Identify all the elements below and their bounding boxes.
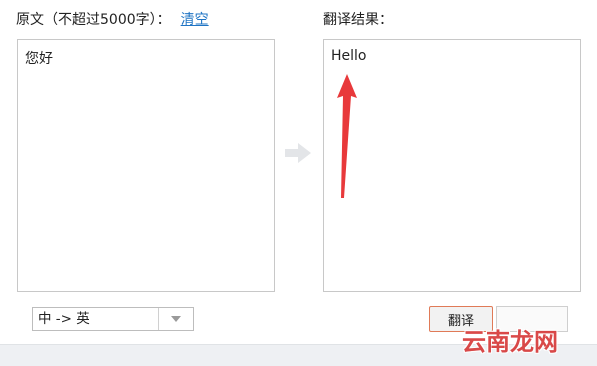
source-label-row: 原文（不超过5000字）： 清空 — [16, 9, 209, 29]
result-label: 翻译结果： — [323, 12, 393, 28]
source-textbox-frame — [17, 39, 275, 292]
language-pair-value: 中 -> 英 — [38, 311, 90, 327]
source-textarea[interactable] — [18, 40, 274, 291]
arrow-right-icon — [285, 143, 311, 163]
dropdown-button[interactable] — [158, 308, 193, 330]
annotation-arrow-icon — [337, 74, 357, 198]
language-pair-select[interactable]: 中 -> 英 — [32, 307, 194, 331]
watermark-logo: 云南龙网 — [462, 328, 558, 356]
clear-link[interactable]: 清空 — [181, 9, 209, 29]
chevron-down-icon — [171, 316, 181, 322]
source-label: 原文（不超过5000字）： — [16, 12, 171, 28]
result-label-row: 翻译结果： — [323, 9, 393, 29]
